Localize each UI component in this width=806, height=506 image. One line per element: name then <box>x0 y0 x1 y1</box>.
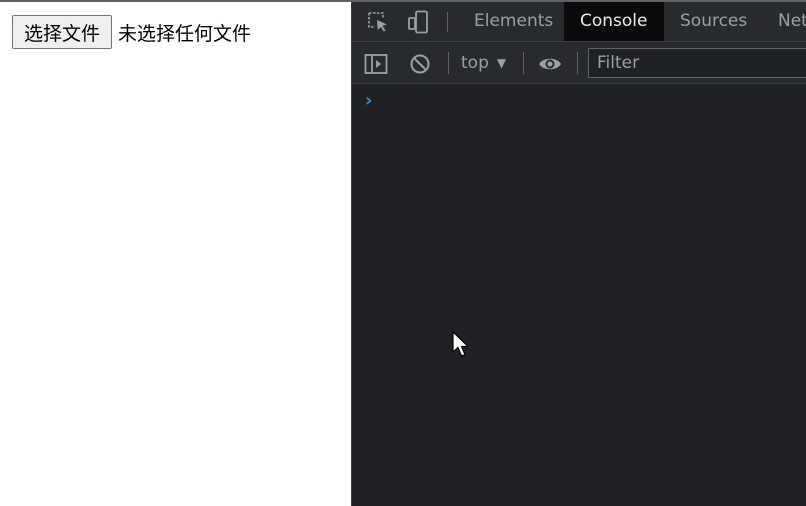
context-label: top <box>461 53 489 73</box>
dropdown-caret-icon: ▼ <box>496 56 507 70</box>
choose-file-button[interactable]: 选择文件 <box>12 15 113 49</box>
console-toolbar: top ▼ <box>352 42 806 84</box>
toolbar-separator <box>577 52 578 74</box>
console-output[interactable]: › <box>352 84 806 506</box>
clear-console-icon[interactable] <box>408 52 432 76</box>
console-prompt-icon: › <box>365 90 373 111</box>
device-toolbar-icon[interactable] <box>406 10 430 34</box>
tab-network[interactable]: Net <box>762 2 806 41</box>
toolbar-separator <box>448 52 449 74</box>
inspect-element-icon[interactable] <box>366 10 390 34</box>
tab-sources[interactable]: Sources <box>664 2 763 41</box>
file-status-text: 未选择任何文件 <box>118 22 252 45</box>
file-input[interactable]: 选择文件 未选择任何文件 <box>12 15 251 49</box>
devtools-tabbar: Elements Console Sources Net <box>352 2 806 42</box>
devtools-panel: Elements Console Sources Net top ▼ Filte… <box>351 2 806 506</box>
tab-console[interactable]: Console <box>564 2 664 41</box>
mouse-cursor-icon <box>452 331 469 357</box>
toolbar-separator <box>523 52 524 74</box>
context-selector[interactable]: top ▼ <box>461 51 506 75</box>
page-viewport: 选择文件 未选择任何文件 <box>0 2 351 506</box>
tab-separator <box>447 12 448 32</box>
tab-elements[interactable]: Elements <box>458 2 569 41</box>
filter-input[interactable] <box>588 48 806 78</box>
eye-icon[interactable] <box>538 52 562 76</box>
sidebar-toggle-icon[interactable] <box>364 52 388 76</box>
